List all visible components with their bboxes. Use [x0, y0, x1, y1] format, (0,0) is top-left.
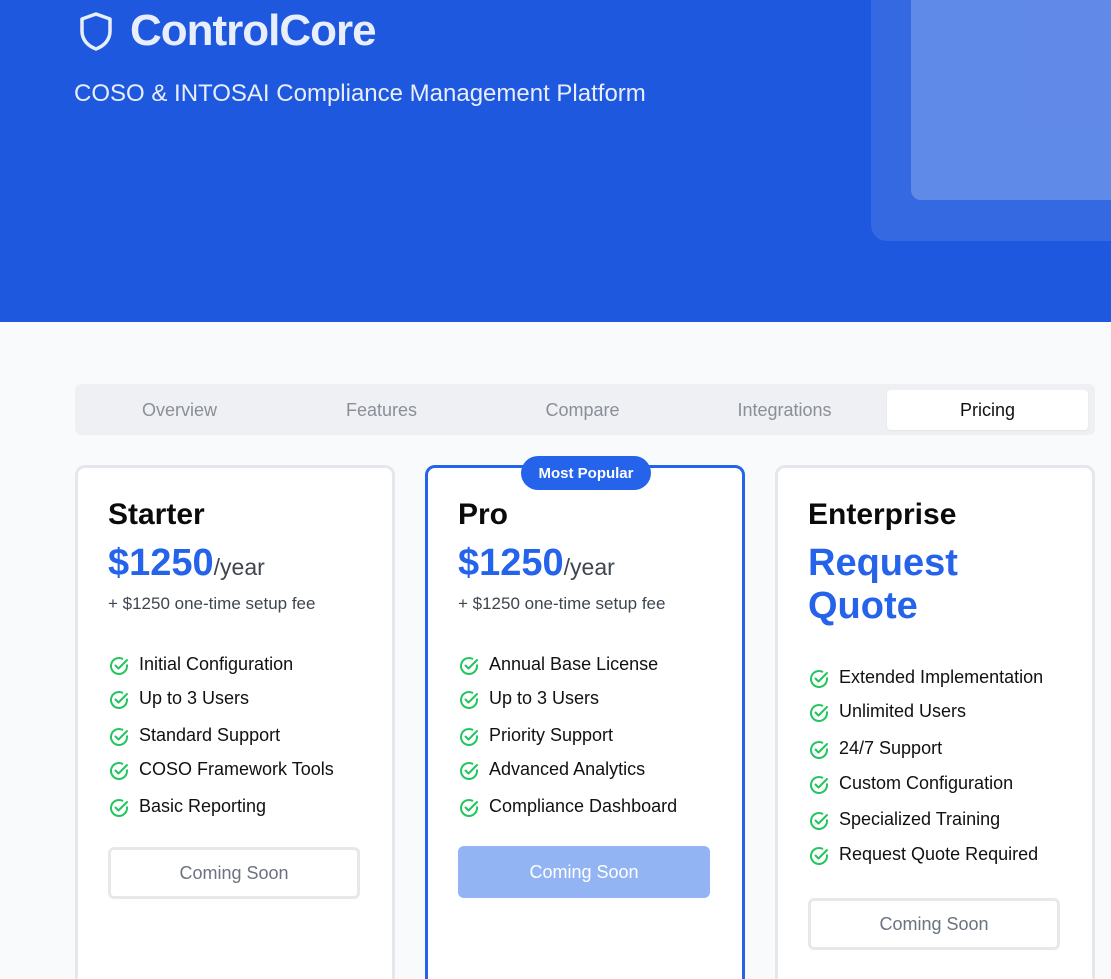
- check-circle-icon: [110, 762, 128, 780]
- feature-label: Up to 3 Users: [139, 687, 250, 708]
- check-circle-icon: [110, 657, 128, 675]
- tab-bar: Overview Features Compare Integrations P…: [75, 384, 1095, 435]
- tab-overview[interactable]: Overview: [79, 390, 280, 430]
- plan-card-starter: Starter $1250/year + $1250 one-time setu…: [75, 465, 395, 979]
- feature-label: Custom Configuration: [839, 772, 1014, 793]
- feature-item: COSO Framework Tools: [108, 756, 334, 782]
- hero-banner: ControlCore COSO & INTOSAI Compliance Ma…: [0, 0, 1111, 322]
- price-amount: $1250: [108, 542, 214, 584]
- check-circle-icon: [460, 657, 478, 675]
- feature-item: Basic Reporting: [108, 793, 266, 819]
- check-circle-icon: [810, 812, 828, 830]
- check-circle-icon: [460, 691, 478, 709]
- plan-price: $1250/year: [458, 542, 615, 585]
- feature-item: Annual Base License: [458, 651, 658, 677]
- tagline: COSO & INTOSAI Compliance Management Pla…: [74, 80, 646, 107]
- feature-label: Standard Support: [139, 724, 281, 745]
- quote-line: Quote: [808, 585, 918, 627]
- tab-pricing[interactable]: Pricing: [887, 390, 1088, 430]
- feature-label: Initial Configuration: [139, 653, 294, 674]
- feature-item: Custom Configuration: [808, 770, 1013, 796]
- plan-name: Pro: [458, 498, 509, 531]
- check-circle-icon: [460, 799, 478, 817]
- most-popular-badge: Most Popular: [521, 456, 651, 490]
- feature-label: 24/7 Support: [839, 737, 943, 758]
- check-circle-icon: [810, 670, 828, 688]
- coming-soon-button[interactable]: Coming Soon: [458, 846, 710, 898]
- tab-features[interactable]: Features: [281, 390, 482, 430]
- check-circle-icon: [810, 847, 828, 865]
- brand-name: ControlCore: [130, 6, 377, 55]
- feature-label: COSO Framework Tools: [139, 758, 334, 779]
- feature-label: Request Quote Required: [839, 843, 1039, 864]
- feature-label: Up to 3 Users: [489, 687, 600, 708]
- feature-item: Priority Support: [458, 722, 613, 748]
- check-circle-icon: [110, 799, 128, 817]
- check-circle-icon: [110, 728, 128, 746]
- feature-item: Extended Implementation: [808, 664, 1043, 690]
- price-period: /year: [563, 554, 615, 580]
- shield-icon: [80, 12, 112, 51]
- setup-fee: + $1250 one-time setup fee: [458, 594, 666, 613]
- plan-name: Enterprise: [808, 498, 957, 531]
- quote-line: Request: [808, 542, 958, 584]
- coming-soon-button[interactable]: Coming Soon: [108, 847, 360, 899]
- feature-item: Initial Configuration: [108, 651, 293, 677]
- feature-item: Compliance Dashboard: [458, 793, 677, 819]
- plan-card-pro: Most Popular Pro $1250/year + $1250 one-…: [425, 456, 745, 979]
- check-circle-icon: [810, 704, 828, 722]
- feature-label: Basic Reporting: [139, 795, 267, 816]
- check-circle-icon: [810, 776, 828, 794]
- feature-item: 24/7 Support: [808, 735, 942, 761]
- feature-label: Advanced Analytics: [489, 758, 646, 779]
- decorative-panel-inner: [911, 0, 1111, 200]
- request-quote-price: Request Quote: [808, 542, 958, 628]
- check-circle-icon: [460, 728, 478, 746]
- check-circle-icon: [110, 691, 128, 709]
- feature-label: Unlimited Users: [839, 700, 967, 721]
- tab-integrations[interactable]: Integrations: [684, 390, 885, 430]
- price-period: /year: [213, 554, 265, 580]
- brand: ControlCore: [78, 6, 377, 56]
- check-circle-icon: [460, 762, 478, 780]
- feature-label: Annual Base License: [489, 653, 659, 674]
- feature-item: Request Quote Required: [808, 841, 1038, 867]
- price-amount: $1250: [458, 542, 564, 584]
- coming-soon-button[interactable]: Coming Soon: [808, 898, 1060, 950]
- plan-name: Starter: [108, 498, 205, 531]
- plan-card-enterprise: Enterprise Request Quote Extended Implem…: [775, 465, 1095, 979]
- feature-label: Priority Support: [489, 724, 614, 745]
- feature-item: Up to 3 Users: [108, 685, 249, 711]
- feature-item: Standard Support: [108, 722, 280, 748]
- feature-label: Compliance Dashboard: [489, 795, 678, 816]
- tab-compare[interactable]: Compare: [482, 390, 683, 430]
- feature-item: Advanced Analytics: [458, 756, 645, 782]
- feature-item: Unlimited Users: [808, 698, 966, 724]
- feature-label: Extended Implementation: [839, 666, 1044, 687]
- setup-fee: + $1250 one-time setup fee: [108, 594, 316, 613]
- plan-price: $1250/year: [108, 542, 265, 585]
- feature-item: Up to 3 Users: [458, 685, 599, 711]
- feature-label: Specialized Training: [839, 808, 1001, 829]
- check-circle-icon: [810, 741, 828, 759]
- feature-item: Specialized Training: [808, 806, 1000, 832]
